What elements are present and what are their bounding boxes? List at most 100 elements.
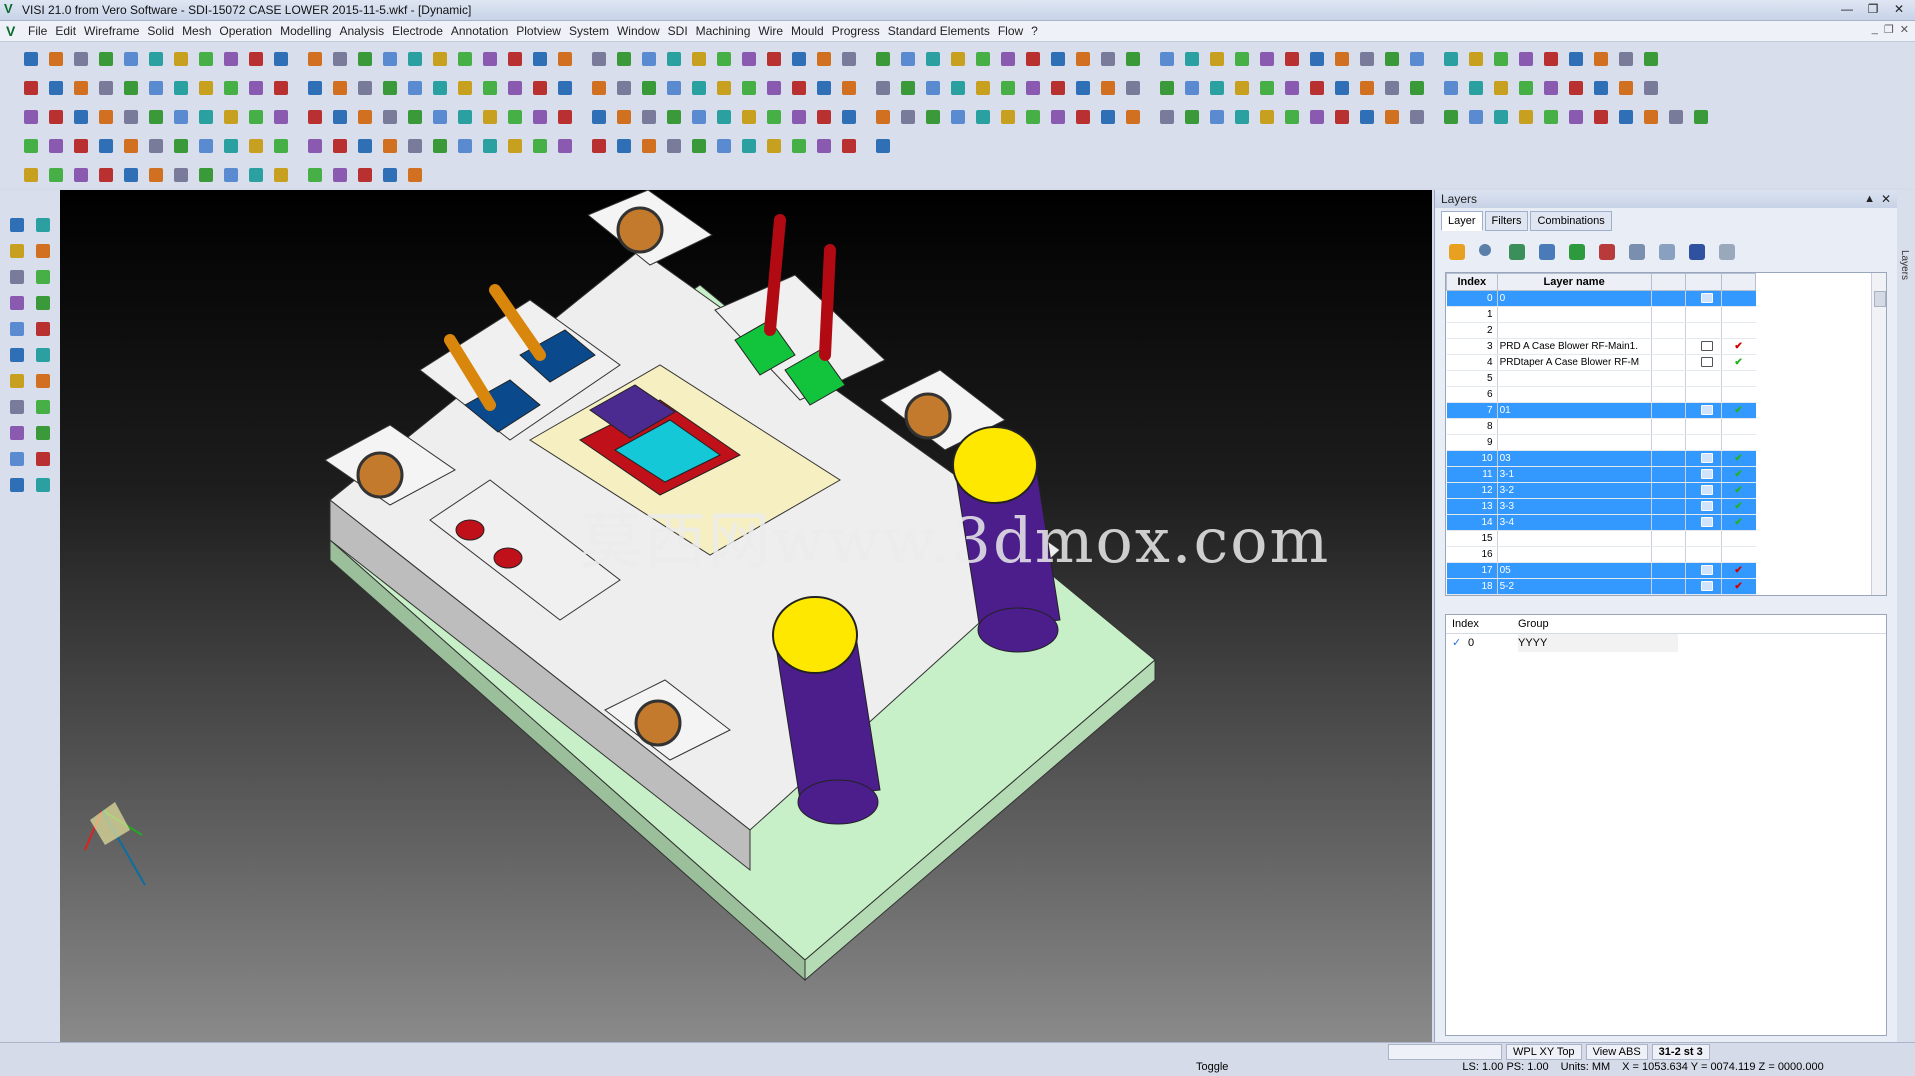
lock-icon[interactable] bbox=[1701, 405, 1714, 416]
toolbar-tool-icon[interactable] bbox=[529, 106, 551, 128]
move-layer-icon[interactable] bbox=[1535, 240, 1559, 264]
layer-row[interactable]: 9 bbox=[1446, 434, 1756, 451]
toolbar-tool-icon[interactable] bbox=[245, 164, 267, 186]
toolbar-tool-icon[interactable] bbox=[1590, 48, 1612, 70]
layer-visibility-cell[interactable] bbox=[1721, 306, 1756, 323]
menu-item-machining[interactable]: Machining bbox=[696, 24, 759, 38]
lock-icon[interactable] bbox=[1701, 485, 1714, 496]
toolbar-tool-icon[interactable] bbox=[972, 106, 994, 128]
toolbar-tool-icon[interactable] bbox=[245, 77, 267, 99]
toolbar-tool-icon[interactable] bbox=[20, 77, 42, 99]
toolbar-tool-icon[interactable] bbox=[45, 77, 67, 99]
toolbar-tool-icon[interactable] bbox=[1690, 106, 1712, 128]
toolbar-tool-icon[interactable] bbox=[379, 135, 401, 157]
checkmark-icon[interactable]: ✔ bbox=[1734, 357, 1742, 368]
layer-row[interactable]: 11 3-1 ✔ bbox=[1446, 466, 1756, 483]
layer-row[interactable]: 8 bbox=[1446, 418, 1756, 435]
checkmark-icon[interactable]: ✔ bbox=[1734, 501, 1742, 512]
layer-visibility-cell[interactable] bbox=[1721, 546, 1756, 563]
toolbar-tool-icon[interactable] bbox=[1206, 77, 1228, 99]
checkmark-icon[interactable]: ✔ bbox=[1734, 565, 1742, 576]
toolbar-tool-icon[interactable] bbox=[838, 48, 860, 70]
toolbar-tool-icon[interactable] bbox=[1490, 106, 1512, 128]
toolbar-tool-icon[interactable] bbox=[1181, 48, 1203, 70]
layer-lock-cell[interactable] bbox=[1685, 530, 1722, 547]
groups-column-group[interactable]: Group bbox=[1518, 615, 1678, 633]
menu-item-solid[interactable]: Solid bbox=[147, 24, 182, 38]
toolbar-tool-icon[interactable] bbox=[329, 106, 351, 128]
toolbar-tool-icon[interactable] bbox=[45, 48, 67, 70]
toolbar-tool-icon[interactable] bbox=[922, 106, 944, 128]
checkmark-icon[interactable]: ✔ bbox=[1734, 517, 1742, 528]
layer-lock-cell[interactable] bbox=[1685, 306, 1722, 323]
toolbar-tool-icon[interactable] bbox=[1406, 77, 1428, 99]
side-tool-icon[interactable] bbox=[32, 474, 54, 496]
toolbar-tool-icon[interactable] bbox=[1047, 106, 1069, 128]
toolbar-tool-icon[interactable] bbox=[1281, 106, 1303, 128]
layer-row[interactable]: 10 03 ✔ bbox=[1446, 450, 1756, 467]
toolbar-tool-icon[interactable] bbox=[1231, 77, 1253, 99]
toolbar-tool-icon[interactable] bbox=[738, 77, 760, 99]
pin-icon[interactable]: ▲ bbox=[1864, 190, 1875, 208]
toolbar-tool-icon[interactable] bbox=[45, 106, 67, 128]
layer-row[interactable]: 18 5-2 ✔ bbox=[1446, 578, 1756, 595]
toolbar-tool-icon[interactable] bbox=[788, 135, 810, 157]
toolbar-tool-icon[interactable] bbox=[20, 164, 42, 186]
search-icon[interactable] bbox=[1475, 240, 1499, 264]
toolbar-tool-icon[interactable] bbox=[1181, 77, 1203, 99]
toolbar-tool-icon[interactable] bbox=[145, 135, 167, 157]
toolbar-tool-icon[interactable] bbox=[145, 164, 167, 186]
toolbar-tool-icon[interactable] bbox=[429, 48, 451, 70]
toolbar-tool-icon[interactable] bbox=[613, 135, 635, 157]
restore-button[interactable]: ❐ bbox=[1861, 1, 1885, 17]
toolbar-tool-icon[interactable] bbox=[713, 135, 735, 157]
toolbar-tool-icon[interactable] bbox=[529, 135, 551, 157]
toolbar-tool-icon[interactable] bbox=[838, 135, 860, 157]
layer-row[interactable]: 5 bbox=[1446, 370, 1756, 387]
toolbar-tool-icon[interactable] bbox=[1440, 77, 1462, 99]
toolbar-tool-icon[interactable] bbox=[972, 77, 994, 99]
toolbar-tool-icon[interactable] bbox=[429, 77, 451, 99]
lock-icon[interactable] bbox=[1701, 293, 1714, 304]
toolbar-tool-icon[interactable] bbox=[1206, 48, 1228, 70]
toolbar-tool-icon[interactable] bbox=[554, 135, 576, 157]
toolbar-tool-icon[interactable] bbox=[1072, 77, 1094, 99]
toolbar-tool-icon[interactable] bbox=[70, 164, 92, 186]
group-row[interactable]: ✓ 0 YYYY bbox=[1446, 634, 1886, 652]
toolbar-tool-icon[interactable] bbox=[220, 135, 242, 157]
toolbar-tool-icon[interactable] bbox=[195, 164, 217, 186]
eye-icon[interactable] bbox=[1445, 240, 1469, 264]
lock-icon[interactable] bbox=[1701, 453, 1714, 464]
lock-icon[interactable] bbox=[1701, 341, 1714, 352]
toolbar-tool-icon[interactable] bbox=[763, 48, 785, 70]
side-tool-icon[interactable] bbox=[32, 448, 54, 470]
toolbar-tool-icon[interactable] bbox=[872, 48, 894, 70]
layer-visibility-cell[interactable] bbox=[1721, 530, 1756, 547]
toolbar-tool-icon[interactable] bbox=[1356, 48, 1378, 70]
toolbar-tool-icon[interactable] bbox=[1615, 48, 1637, 70]
toolbar-tool-icon[interactable] bbox=[479, 106, 501, 128]
toolbar-tool-icon[interactable] bbox=[95, 48, 117, 70]
column-lock[interactable] bbox=[1684, 273, 1722, 291]
toolbar-tool-icon[interactable] bbox=[638, 48, 660, 70]
toolbar-tool-icon[interactable] bbox=[1615, 106, 1637, 128]
toolbar-tool-icon[interactable] bbox=[997, 106, 1019, 128]
menu-item-wireframe[interactable]: Wireframe bbox=[84, 24, 147, 38]
toolbar-tool-icon[interactable] bbox=[872, 106, 894, 128]
close-button[interactable]: ✕ bbox=[1887, 1, 1911, 17]
side-tool-icon[interactable] bbox=[6, 396, 28, 418]
toolbar-tool-icon[interactable] bbox=[1515, 106, 1537, 128]
side-tool-icon[interactable] bbox=[32, 370, 54, 392]
toolbar-tool-icon[interactable] bbox=[638, 106, 660, 128]
toolbar-tool-icon[interactable] bbox=[454, 106, 476, 128]
toolbar-tool-icon[interactable] bbox=[788, 48, 810, 70]
toolbar-tool-icon[interactable] bbox=[922, 77, 944, 99]
toolbar-tool-icon[interactable] bbox=[638, 135, 660, 157]
toolbar-tool-icon[interactable] bbox=[813, 77, 835, 99]
toolbar-tool-icon[interactable] bbox=[95, 135, 117, 157]
toolbar-tool-icon[interactable] bbox=[1565, 48, 1587, 70]
toolbar-tool-icon[interactable] bbox=[554, 48, 576, 70]
toolbar-tool-icon[interactable] bbox=[738, 135, 760, 157]
toolbar-tool-icon[interactable] bbox=[763, 135, 785, 157]
menu-item-modelling[interactable]: Modelling bbox=[280, 24, 339, 38]
